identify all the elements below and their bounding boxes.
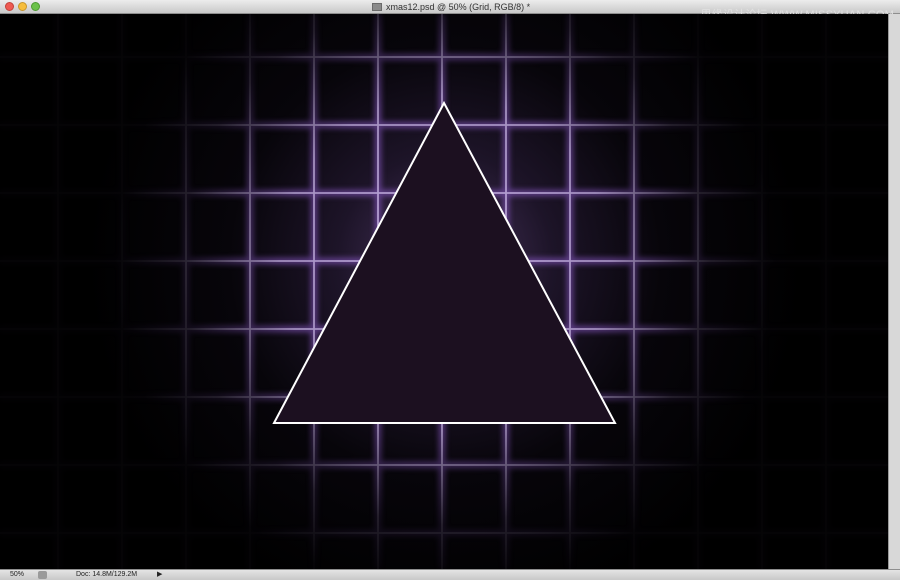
close-window-button[interactable] (5, 2, 14, 11)
zoom-level[interactable]: 50% (10, 571, 24, 579)
document-status-icon[interactable] (38, 571, 47, 579)
document-size-info: Doc: 14.8M/129.2M (76, 571, 138, 578)
document-icon (372, 3, 382, 11)
title-bar: xmas12.psd @ 50% (Grid, RGB/8) * 思缘设计论坛 … (0, 0, 900, 21)
artwork (0, 14, 888, 569)
minimize-window-button[interactable] (18, 2, 27, 11)
zoom-window-button[interactable] (31, 2, 40, 11)
window-title: xmas12.psd @ 50% (Grid, RGB/8) * (386, 2, 531, 12)
status-bar: 50% Doc: 14.8M/129.2M ▶ (0, 569, 900, 580)
document-canvas[interactable] (0, 14, 888, 569)
vertical-scrollbar[interactable] (888, 14, 900, 569)
triangle-right-icon[interactable]: ▶ (157, 570, 162, 579)
